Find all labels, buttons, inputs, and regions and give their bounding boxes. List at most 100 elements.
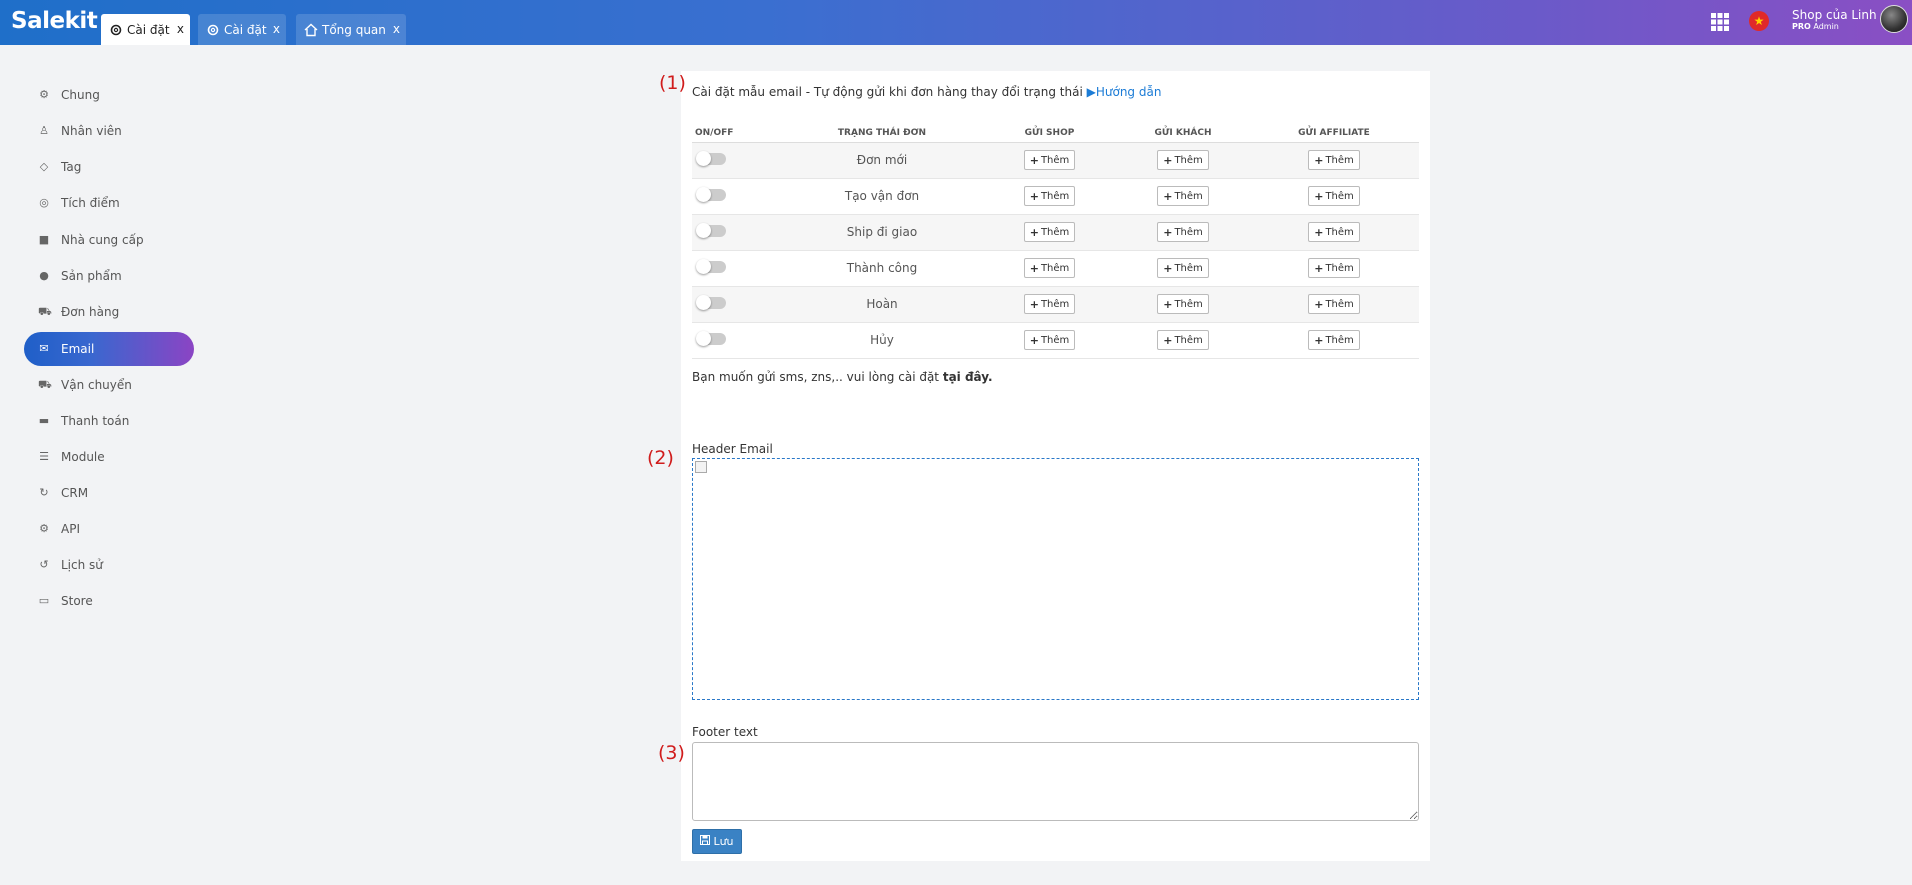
sidebar-item-label: Lịch sử bbox=[61, 558, 103, 572]
add-send-customer-button[interactable]: + Thêm bbox=[1157, 150, 1209, 170]
status-cell: Hoàn bbox=[782, 286, 982, 323]
sidebar-item-thanh-toán[interactable]: ▬ Thanh toán bbox=[24, 404, 194, 438]
add-label: Thêm bbox=[1174, 190, 1203, 202]
add-send-shop-button[interactable]: + Thêm bbox=[1023, 258, 1076, 278]
sidebar-item-label: Chung bbox=[61, 88, 100, 102]
guide-link[interactable]: ▶Hướng dẫn bbox=[1087, 85, 1162, 99]
section-marker-2: (2) bbox=[647, 447, 674, 469]
add-label: Thêm bbox=[1174, 154, 1203, 166]
avatar[interactable] bbox=[1880, 5, 1908, 33]
status-toggle[interactable] bbox=[696, 222, 726, 238]
sidebar-item-email[interactable]: ✉ Email bbox=[24, 332, 194, 366]
product-icon: ● bbox=[39, 269, 49, 282]
add-send-shop-button[interactable]: + Thêm bbox=[1023, 150, 1076, 170]
close-icon[interactable]: x bbox=[273, 22, 280, 36]
sidebar-item-module[interactable]: ☰ Module bbox=[24, 440, 194, 474]
apps-grid-icon[interactable] bbox=[1711, 13, 1729, 31]
sms-settings-link[interactable]: tại đây. bbox=[943, 370, 993, 384]
home-icon bbox=[304, 23, 318, 37]
user-role: PRO Admin bbox=[1792, 22, 1839, 31]
add-send-customer-button[interactable]: + Thêm bbox=[1157, 258, 1209, 278]
toggle-cell bbox=[692, 142, 782, 179]
cart-icon: ⛟ bbox=[38, 305, 52, 318]
table-header-row: ON/OFF TRẠNG THÁI ĐƠN GỬI SHOP GỬI KHÁCH… bbox=[692, 124, 1419, 143]
send-affiliate-cell: + Thêm bbox=[1249, 214, 1419, 251]
plus-icon: + bbox=[1163, 333, 1173, 347]
vietnam-flag-icon[interactable]: ★ bbox=[1749, 11, 1769, 31]
save-button[interactable]: Lưu bbox=[692, 829, 742, 854]
close-icon[interactable]: x bbox=[393, 22, 400, 36]
add-label: Thêm bbox=[1325, 298, 1354, 310]
coins-icon: ◎ bbox=[39, 196, 49, 209]
tab-settings[interactable]: Cài đặt x bbox=[198, 14, 286, 45]
add-send-customer-button[interactable]: + Thêm bbox=[1157, 222, 1209, 242]
add-send-shop-button[interactable]: + Thêm bbox=[1023, 222, 1076, 242]
api-icon: ⚙ bbox=[39, 522, 49, 535]
table-row: Thành công + Thêm + Thêm + Thêm bbox=[692, 250, 1419, 287]
add-send-shop-button[interactable]: + Thêm bbox=[1023, 294, 1076, 314]
order-status-email-table: ON/OFF TRẠNG THÁI ĐƠN GỬI SHOP GỬI KHÁCH… bbox=[692, 124, 1419, 359]
guide-label: Hướng dẫn bbox=[1095, 85, 1162, 99]
column-header-send-shop: GỬI SHOP bbox=[982, 124, 1117, 143]
add-send-customer-button[interactable]: + Thêm bbox=[1157, 330, 1209, 350]
sidebar-item-lịch-sử[interactable]: ↺ Lịch sử bbox=[24, 548, 194, 582]
add-send-affiliate-button[interactable]: + Thêm bbox=[1308, 222, 1360, 242]
tab-overview[interactable]: Tổng quan x bbox=[296, 14, 406, 45]
sidebar-item-label: Module bbox=[61, 450, 105, 464]
sidebar-item-label: Tích điểm bbox=[61, 196, 120, 210]
add-send-affiliate-button[interactable]: + Thêm bbox=[1308, 150, 1360, 170]
send-customer-cell: + Thêm bbox=[1117, 322, 1249, 359]
sms-note-text: Bạn muốn gửi sms, zns,.. vui lòng cài đặ… bbox=[692, 370, 943, 384]
add-label: Thêm bbox=[1325, 154, 1354, 166]
plus-icon: + bbox=[1029, 153, 1039, 167]
sidebar-item-label: Email bbox=[61, 342, 95, 356]
sidebar-item-tích-điểm[interactable]: ◎ Tích điểm bbox=[24, 186, 194, 220]
status-toggle[interactable] bbox=[696, 330, 726, 346]
close-icon[interactable]: x bbox=[177, 22, 184, 36]
gear-icon bbox=[206, 23, 220, 37]
column-header-onoff: ON/OFF bbox=[692, 124, 782, 143]
header-email-dropzone[interactable] bbox=[692, 458, 1419, 700]
add-send-affiliate-button[interactable]: + Thêm bbox=[1308, 294, 1360, 314]
sidebar-item-crm[interactable]: ↻ CRM bbox=[24, 476, 194, 510]
send-affiliate-cell: + Thêm bbox=[1249, 250, 1419, 287]
add-send-affiliate-button[interactable]: + Thêm bbox=[1308, 330, 1360, 350]
plus-icon: + bbox=[1163, 225, 1173, 239]
sidebar-item-label: Nhà cung cấp bbox=[61, 233, 144, 247]
column-header-status: TRẠNG THÁI ĐƠN bbox=[782, 124, 982, 143]
sidebar-item-đơn-hàng[interactable]: ⛟ Đơn hàng bbox=[24, 295, 194, 329]
add-send-shop-button[interactable]: + Thêm bbox=[1023, 186, 1076, 206]
send-customer-cell: + Thêm bbox=[1117, 178, 1249, 215]
app-logo[interactable]: Salekit bbox=[11, 8, 98, 34]
add-send-affiliate-button[interactable]: + Thêm bbox=[1308, 186, 1360, 206]
sidebar-item-nhân-viên[interactable]: ♙ Nhân viên bbox=[24, 114, 194, 148]
send-shop-cell: + Thêm bbox=[982, 250, 1117, 287]
status-toggle[interactable] bbox=[696, 258, 726, 274]
sidebar-item-chung[interactable]: ⚙ Chung bbox=[24, 78, 194, 112]
footer-text-field[interactable] bbox=[692, 742, 1419, 821]
add-send-customer-button[interactable]: + Thêm bbox=[1157, 186, 1209, 206]
broken-image-icon bbox=[695, 461, 707, 473]
sidebar-item-store[interactable]: ▭ Store bbox=[24, 584, 194, 618]
sidebar-item-api[interactable]: ⚙ API bbox=[24, 512, 194, 546]
status-toggle[interactable] bbox=[696, 294, 726, 310]
tab-settings-active[interactable]: Cài đặt x bbox=[101, 14, 190, 45]
status-toggle[interactable] bbox=[696, 150, 726, 166]
add-send-customer-button[interactable]: + Thêm bbox=[1157, 294, 1209, 314]
user-menu[interactable]: Shop của Linh ▼ bbox=[1792, 8, 1887, 22]
sidebar-item-vận-chuyển[interactable]: ⛟ Vận chuyển bbox=[24, 368, 194, 402]
sidebar-item-sản-phẩm[interactable]: ● Sản phẩm bbox=[24, 259, 194, 293]
sidebar-item-nhà-cung-cấp[interactable]: ■ Nhà cung cấp bbox=[24, 223, 194, 257]
sidebar-item-label: Thanh toán bbox=[61, 414, 130, 428]
add-send-affiliate-button[interactable]: + Thêm bbox=[1308, 258, 1360, 278]
plus-icon: + bbox=[1314, 189, 1324, 203]
send-affiliate-cell: + Thêm bbox=[1249, 286, 1419, 323]
tab-label: Cài đặt bbox=[224, 22, 267, 37]
sidebar-item-tag[interactable]: ◇ Tag bbox=[24, 150, 194, 184]
status-toggle[interactable] bbox=[696, 186, 726, 202]
add-send-shop-button[interactable]: + Thêm bbox=[1023, 330, 1076, 350]
user-icon: ♙ bbox=[39, 124, 49, 137]
gear-icon: ⚙ bbox=[39, 88, 49, 101]
add-label: Thêm bbox=[1040, 262, 1070, 274]
footer-text-label: Footer text bbox=[692, 725, 758, 739]
